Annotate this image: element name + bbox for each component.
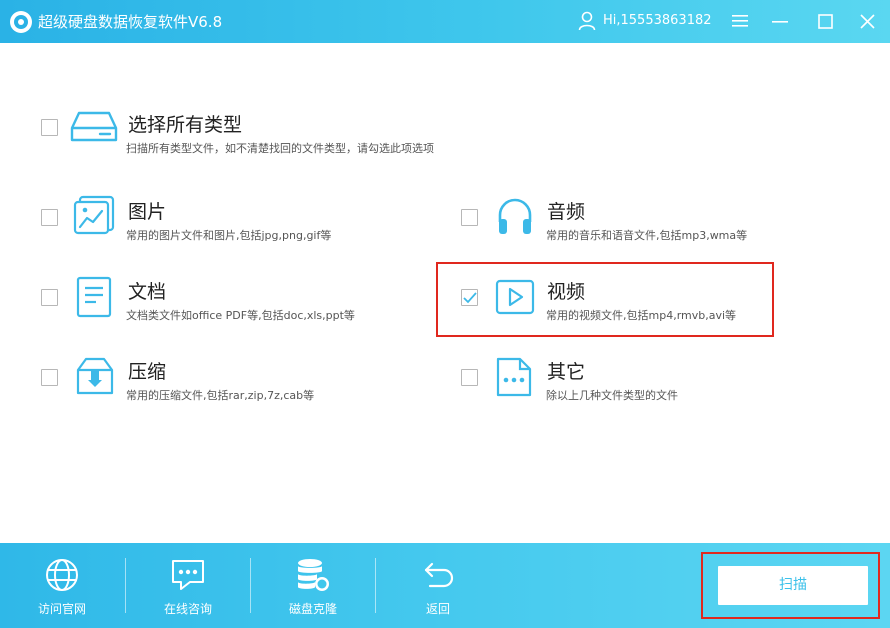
- checkbox-document[interactable]: [41, 289, 58, 306]
- disk-clone-label: 磁盘克隆: [288, 602, 337, 616]
- checkbox-audio[interactable]: [461, 209, 478, 226]
- option-desc-audio: 常用的音乐和语音文件,包括mp3,wma等: [546, 229, 748, 242]
- close-button[interactable]: [853, 8, 881, 34]
- menu-icon: [732, 15, 748, 27]
- video-highlight-box: [436, 262, 774, 337]
- online-consult-button[interactable]: 在线咨询: [126, 543, 250, 628]
- archive-box-icon: [76, 357, 114, 395]
- checkbox-other[interactable]: [461, 369, 478, 386]
- database-icon: [298, 559, 329, 591]
- visit-website-label: 访问官网: [37, 602, 86, 616]
- maximize-icon: [817, 13, 833, 29]
- file-more-icon: [496, 357, 532, 397]
- option-title-document[interactable]: 文档: [128, 277, 166, 304]
- user-icon[interactable]: [578, 11, 596, 31]
- option-title-audio[interactable]: 音频: [547, 197, 585, 224]
- chat-icon: [172, 560, 204, 590]
- visit-website-button[interactable]: 访问官网: [0, 543, 124, 628]
- minimize-icon: [772, 21, 788, 23]
- option-title-archive[interactable]: 压缩: [128, 357, 166, 384]
- title-bar: 超级硬盘数据恢复软件V6.8 Hi,15553863182: [0, 0, 890, 43]
- close-icon: [859, 13, 875, 29]
- online-consult-label: 在线咨询: [163, 602, 212, 616]
- hard-drive-icon: [70, 111, 118, 142]
- back-button[interactable]: 返回: [376, 543, 500, 628]
- user-account-label[interactable]: Hi,15553863182: [603, 13, 712, 28]
- maximize-button[interactable]: [811, 8, 839, 34]
- headphones-icon: [498, 198, 532, 234]
- checkbox-archive[interactable]: [41, 369, 58, 386]
- back-label: 返回: [425, 602, 450, 616]
- option-desc-image: 常用的图片文件和图片,包括jpg,png,gif等: [126, 229, 332, 242]
- option-desc-archive: 常用的压缩文件,包括rar,zip,7z,cab等: [126, 389, 315, 402]
- document-icon: [76, 276, 112, 318]
- scan-highlight-box: [701, 552, 880, 619]
- checkbox-all-types[interactable]: [41, 119, 58, 136]
- image-icon: [73, 195, 115, 235]
- checkbox-image[interactable]: [41, 209, 58, 226]
- option-title-other[interactable]: 其它: [547, 357, 585, 384]
- option-title-all[interactable]: 选择所有类型: [128, 110, 242, 137]
- option-desc-other: 除以上几种文件类型的文件: [546, 389, 678, 402]
- minimize-button[interactable]: [766, 8, 794, 34]
- option-desc-document: 文档类文件如office PDF等,包括doc,xls,ppt等: [126, 309, 355, 322]
- app-title: 超级硬盘数据恢复软件V6.8: [38, 13, 223, 31]
- disk-clone-button[interactable]: 磁盘克隆: [251, 543, 375, 628]
- menu-button[interactable]: [726, 8, 754, 34]
- option-desc-all: 扫描所有类型文件，如不清楚找回的文件类型，请勾选此项选项: [126, 142, 434, 155]
- option-title-image[interactable]: 图片: [128, 197, 166, 224]
- globe-icon: [46, 559, 78, 591]
- return-arrow-icon: [424, 562, 454, 588]
- app-logo-icon: [10, 11, 32, 33]
